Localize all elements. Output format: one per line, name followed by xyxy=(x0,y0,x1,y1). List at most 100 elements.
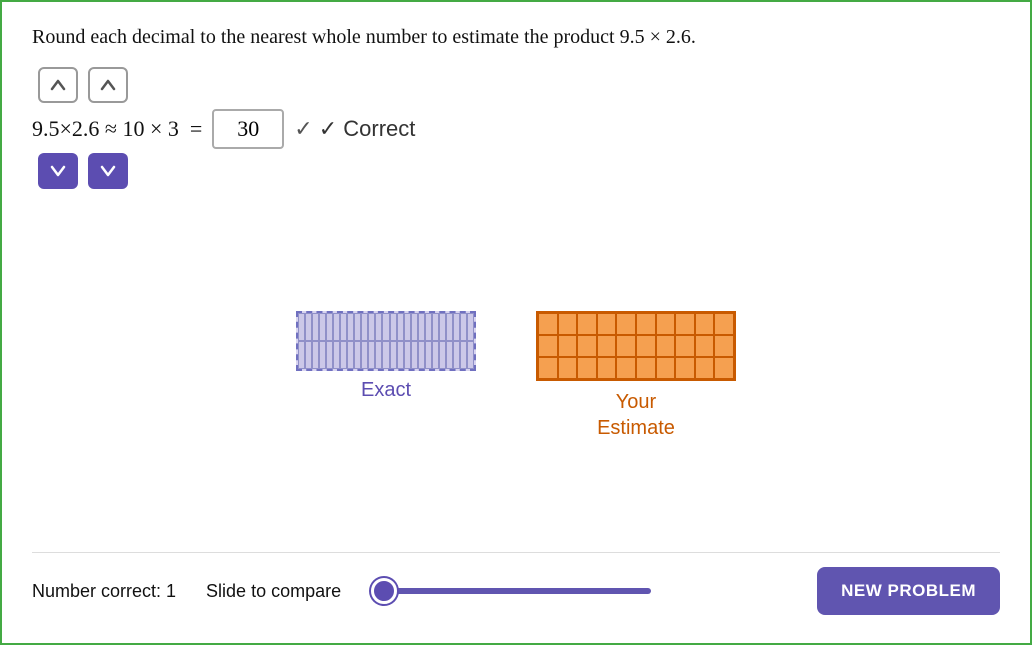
decrement-btn-1[interactable] xyxy=(38,153,78,189)
exact-cell xyxy=(453,341,460,369)
estimate-cell xyxy=(577,313,597,335)
exact-cell xyxy=(347,313,354,341)
exact-cell xyxy=(404,313,411,341)
exact-cell xyxy=(390,313,397,341)
exact-cell xyxy=(333,341,340,369)
estimate-grid-group: YourEstimate xyxy=(536,311,736,441)
slider-thumb[interactable] xyxy=(371,578,397,604)
exact-cell xyxy=(319,341,326,369)
estimate-cell xyxy=(558,313,578,335)
estimate-cell xyxy=(675,357,695,379)
exact-cell xyxy=(312,341,319,369)
exact-cell xyxy=(333,313,340,341)
exact-cell xyxy=(418,341,425,369)
exact-cell xyxy=(432,341,439,369)
exact-cell xyxy=(375,313,382,341)
exact-cell xyxy=(368,313,375,341)
estimate-cell xyxy=(558,335,578,357)
estimate-cell xyxy=(714,313,734,335)
exact-cell xyxy=(418,313,425,341)
exact-cell xyxy=(368,341,375,369)
exact-cell xyxy=(446,313,453,341)
estimate-cell xyxy=(695,313,715,335)
slide-label: Slide to compare xyxy=(206,581,341,602)
result-value-box: 30 xyxy=(212,109,284,149)
increment-btn-2[interactable] xyxy=(88,67,128,103)
exact-cell xyxy=(425,313,432,341)
estimate-cell xyxy=(597,335,617,357)
equation-left: 9.5×2.6 ≈ 10 × 3 = xyxy=(32,116,202,142)
estimate-cell xyxy=(597,357,617,379)
exact-cell xyxy=(347,341,354,369)
exact-cell xyxy=(411,341,418,369)
correct-text: ✓ Correct xyxy=(319,116,416,142)
exact-cell xyxy=(432,313,439,341)
exact-cell xyxy=(397,341,404,369)
decrement-btn-2[interactable] xyxy=(88,153,128,189)
estimate-cell xyxy=(538,335,558,357)
exact-cell xyxy=(298,313,305,341)
estimate-cell xyxy=(656,335,676,357)
exact-cell xyxy=(411,313,418,341)
estimate-cell xyxy=(636,335,656,357)
estimate-cell xyxy=(577,357,597,379)
exact-cell xyxy=(361,313,368,341)
estimate-cell xyxy=(656,357,676,379)
correct-feedback: ✓ ✓ Correct xyxy=(294,116,415,142)
exact-cell xyxy=(425,341,432,369)
estimate-cell xyxy=(538,313,558,335)
exact-cell xyxy=(467,341,474,369)
exact-cell xyxy=(460,313,467,341)
estimate-cell xyxy=(656,313,676,335)
exact-cell xyxy=(375,341,382,369)
result-value: 30 xyxy=(237,116,259,142)
estimate-cell xyxy=(538,357,558,379)
estimate-cell xyxy=(675,335,695,357)
estimate-grid xyxy=(536,311,736,381)
exact-cell xyxy=(326,341,333,369)
estimate-cell xyxy=(616,335,636,357)
estimate-cell xyxy=(636,313,656,335)
slider-container[interactable] xyxy=(371,588,787,594)
exact-cell xyxy=(382,313,389,341)
exact-cell xyxy=(354,341,361,369)
estimate-cell xyxy=(695,357,715,379)
exact-cell xyxy=(319,313,326,341)
exact-cell xyxy=(305,313,312,341)
new-problem-button[interactable]: NEW PROBLEM xyxy=(817,567,1000,615)
bottom-bar: Number correct: 1 Slide to compare NEW P… xyxy=(32,552,1000,623)
increment-btn-1[interactable] xyxy=(38,67,78,103)
estimate-cell xyxy=(616,357,636,379)
exact-cell xyxy=(382,341,389,369)
exact-cell xyxy=(340,341,347,369)
estimate-cell xyxy=(597,313,617,335)
estimate-cell xyxy=(577,335,597,357)
exact-cell xyxy=(298,341,305,369)
exact-cell xyxy=(439,313,446,341)
estimate-cell xyxy=(695,335,715,357)
exact-cell xyxy=(305,341,312,369)
exact-cell xyxy=(326,313,333,341)
exact-grid xyxy=(296,311,476,371)
estimate-label: YourEstimate xyxy=(597,389,675,441)
number-correct: Number correct: 1 xyxy=(32,581,176,602)
estimate-cell xyxy=(558,357,578,379)
exact-label: Exact xyxy=(361,379,411,402)
check-icon: ✓ xyxy=(294,116,312,142)
exact-cell xyxy=(453,313,460,341)
exact-cell xyxy=(361,341,368,369)
grids-area: Exact YourEstimate xyxy=(32,281,1000,441)
slider-track[interactable] xyxy=(371,588,651,594)
exact-cell xyxy=(446,341,453,369)
problem-text: Round each decimal to the nearest whole … xyxy=(32,26,1000,49)
estimate-cell xyxy=(714,357,734,379)
exact-cell xyxy=(439,341,446,369)
exact-cell xyxy=(312,313,319,341)
estimate-cell xyxy=(636,357,656,379)
exact-cell xyxy=(404,341,411,369)
estimate-cell xyxy=(714,335,734,357)
estimate-cell xyxy=(675,313,695,335)
estimate-cell xyxy=(616,313,636,335)
exact-cell xyxy=(467,313,474,341)
exact-cell xyxy=(390,341,397,369)
